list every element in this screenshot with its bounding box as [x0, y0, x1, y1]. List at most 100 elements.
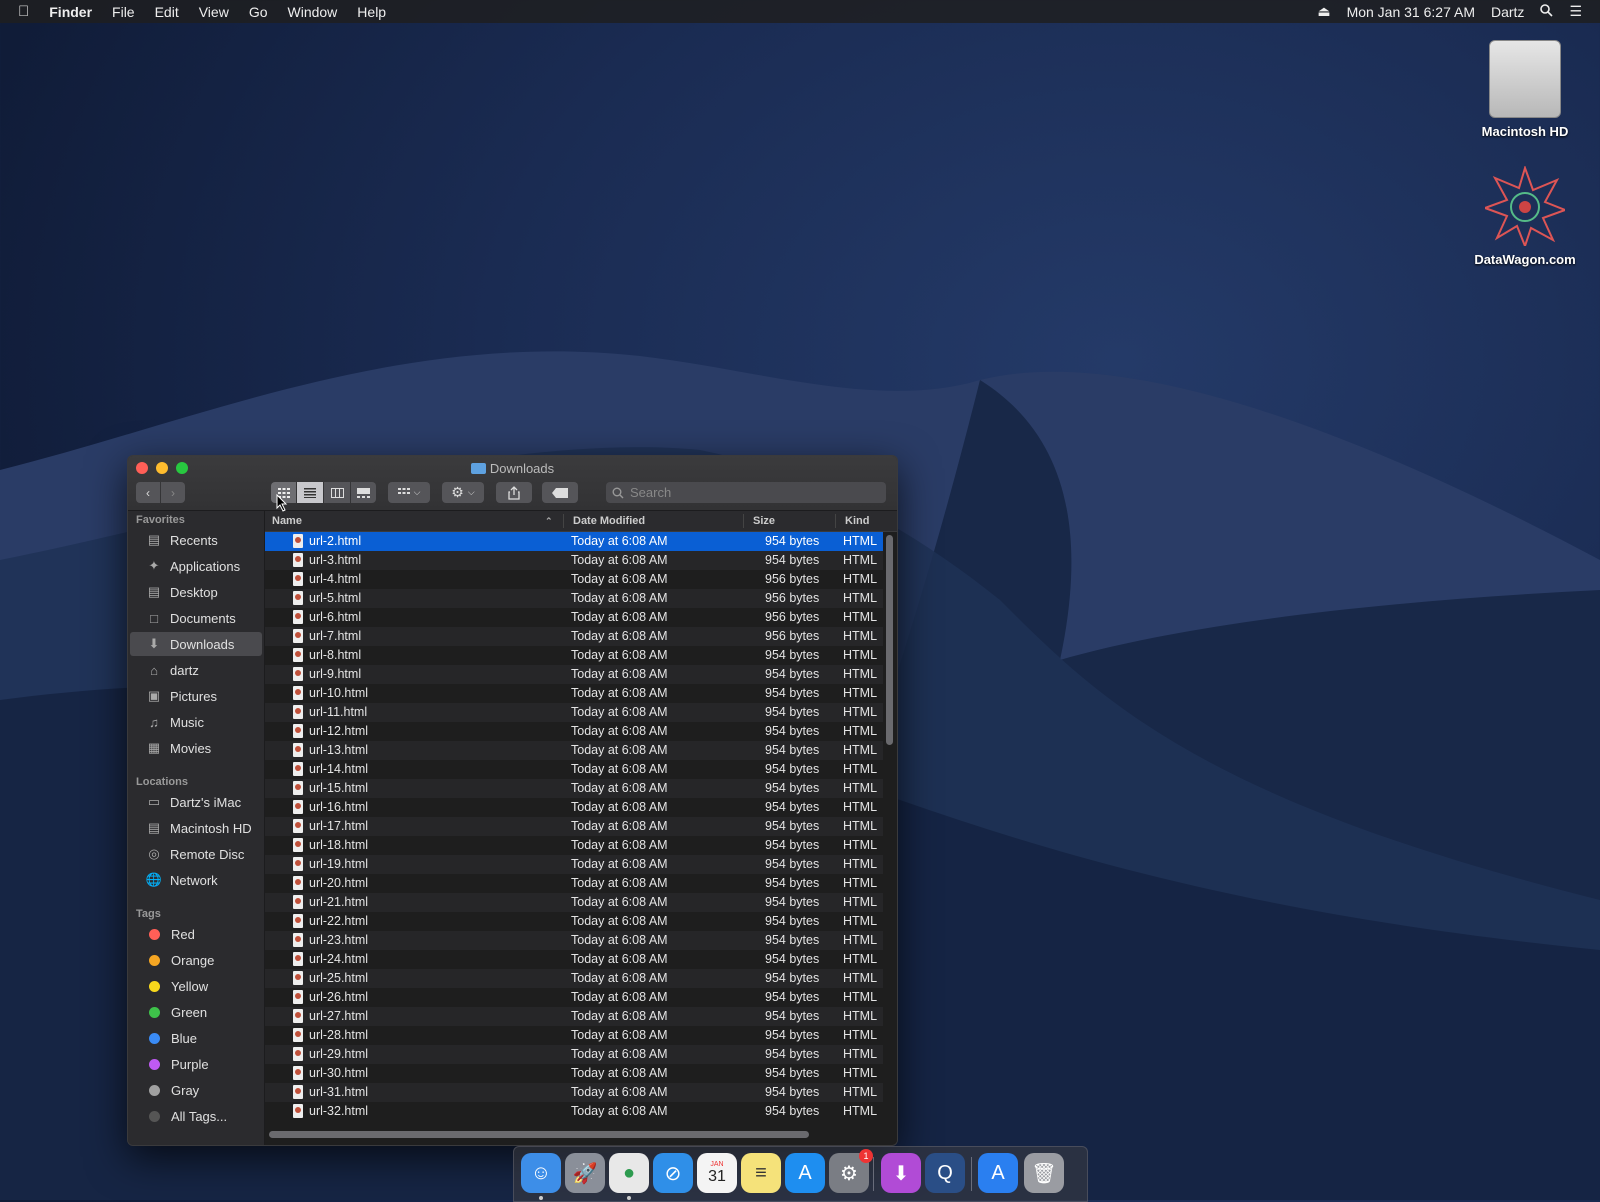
vertical-scrollbar[interactable] [886, 535, 893, 745]
user-menu[interactable]: Dartz [1483, 4, 1532, 20]
app-store-folder-icon[interactable]: A [978, 1153, 1018, 1193]
sidebar-item-home[interactable]: ⌂ dartz [130, 658, 262, 682]
notes-icon[interactable]: ≡ [741, 1153, 781, 1193]
sidebar-tag-green[interactable]: Green [130, 1000, 262, 1024]
file-row[interactable]: url-31.html Today at 6:08 AM 954 bytes HTML [265, 1083, 883, 1102]
sidebar-item-music[interactable]: ♫ Music [130, 710, 262, 734]
column-kind-header[interactable]: Kind [845, 515, 869, 527]
sidebar-tag-gray[interactable]: Gray [130, 1078, 262, 1102]
file-row[interactable]: url-2.html Today at 6:08 AM 954 bytes HTML [265, 532, 883, 551]
file-row[interactable]: url-21.html Today at 6:08 AM 954 bytes HTML [265, 893, 883, 912]
horizontal-scrollbar[interactable] [269, 1131, 809, 1138]
file-row[interactable]: url-10.html Today at 6:08 AM 954 bytes HTML [265, 684, 883, 703]
desktop-icon-datawagon[interactable]: DataWagon.com [1465, 164, 1585, 267]
notification-center-icon[interactable]: ☰ [1561, 3, 1590, 20]
file-row[interactable]: url-30.html Today at 6:08 AM 954 bytes HTML [265, 1064, 883, 1083]
file-row[interactable]: url-12.html Today at 6:08 AM 954 bytes HTML [265, 722, 883, 741]
calendar-icon[interactable]: JAN 31 [697, 1153, 737, 1193]
eject-icon[interactable]: ⏏ [1309, 3, 1338, 20]
action-menu-button[interactable]: ⚙ ⌵ [442, 482, 484, 503]
file-row[interactable]: url-15.html Today at 6:08 AM 954 bytes HTML [265, 779, 883, 798]
menu-file[interactable]: File [102, 4, 145, 20]
spotlight-search-icon[interactable] [1532, 3, 1561, 20]
column-name-header[interactable]: Name [272, 515, 302, 527]
menu-view[interactable]: View [189, 4, 239, 20]
file-row[interactable]: url-26.html Today at 6:08 AM 954 bytes HTML [265, 988, 883, 1007]
sidebar-item-imac[interactable]: ▭ Dartz's iMac [130, 790, 262, 814]
trash-icon[interactable]: 🗑 [1024, 1153, 1064, 1193]
system-preferences-icon[interactable]: ⚙ 1 [829, 1149, 873, 1193]
sidebar-item-remote-disc[interactable]: ◎ Remote Disc [130, 842, 262, 866]
sidebar-item-recents[interactable]: ▤ Recents [130, 528, 262, 552]
file-row[interactable]: url-7.html Today at 6:08 AM 956 bytes HTML [265, 627, 883, 646]
file-row[interactable]: url-16.html Today at 6:08 AM 954 bytes HTML [265, 798, 883, 817]
menu-go[interactable]: Go [239, 4, 278, 20]
file-row[interactable]: url-19.html Today at 6:08 AM 954 bytes HTML [265, 855, 883, 874]
menu-edit[interactable]: Edit [145, 4, 189, 20]
file-row[interactable]: url-20.html Today at 6:08 AM 954 bytes HTML [265, 874, 883, 893]
sidebar-all-tags[interactable]: All Tags... [130, 1104, 262, 1128]
back-button[interactable]: ‹ [136, 482, 160, 503]
menu-app-name[interactable]: Finder [39, 4, 102, 20]
sidebar-item-applications[interactable]: ✦ Applications [130, 554, 262, 578]
menu-window[interactable]: Window [278, 4, 348, 20]
apple-menu-icon[interactable]:  [0, 3, 39, 20]
file-row[interactable]: url-28.html Today at 6:08 AM 954 bytes HTML [265, 1026, 883, 1045]
quicktime-icon[interactable]: Q [925, 1153, 965, 1193]
sidebar-item-macintosh-hd[interactable]: ▤ Macintosh HD [130, 816, 262, 840]
sidebar-tag-orange[interactable]: Orange [130, 948, 262, 972]
tags-button[interactable] [542, 482, 578, 503]
dock-separator [971, 1157, 972, 1191]
view-list-button[interactable] [297, 482, 323, 503]
file-row[interactable]: url-17.html Today at 6:08 AM 954 bytes HTML [265, 817, 883, 836]
file-row[interactable]: url-13.html Today at 6:08 AM 954 bytes HTML [265, 741, 883, 760]
sidebar-item-pictures[interactable]: ▣ Pictures [130, 684, 262, 708]
sidebar-tag-yellow[interactable]: Yellow [130, 974, 262, 998]
file-row[interactable]: url-23.html Today at 6:08 AM 954 bytes HTML [265, 931, 883, 950]
launchpad-icon[interactable]: 🚀 [565, 1153, 605, 1193]
safari-icon[interactable]: ⊘ [653, 1153, 693, 1193]
view-columns-button[interactable] [324, 482, 350, 503]
file-row[interactable]: url-22.html Today at 6:08 AM 954 bytes HTML [265, 912, 883, 931]
search-field[interactable] [606, 482, 886, 503]
file-row[interactable]: url-6.html Today at 6:08 AM 956 bytes HTML [265, 608, 883, 627]
file-row[interactable]: url-11.html Today at 6:08 AM 954 bytes HTML [265, 703, 883, 722]
desktop-icon-macintosh-hd[interactable]: Macintosh HD [1465, 40, 1585, 139]
sidebar-item-downloads[interactable]: ⬇ Downloads [130, 632, 262, 656]
sidebar-tag-blue[interactable]: Blue [130, 1026, 262, 1050]
search-input[interactable] [628, 484, 872, 501]
chrome-icon[interactable]: ● [609, 1153, 649, 1193]
forward-button[interactable]: › [161, 482, 185, 503]
clock[interactable]: Mon Jan 31 6:27 AM [1339, 4, 1483, 20]
file-row[interactable]: url-8.html Today at 6:08 AM 954 bytes HTML [265, 646, 883, 665]
file-row[interactable]: url-18.html Today at 6:08 AM 954 bytes HTML [265, 836, 883, 855]
sidebar-item-documents[interactable]: □ Documents [130, 606, 262, 630]
menu-help[interactable]: Help [347, 4, 396, 20]
file-row[interactable]: url-5.html Today at 6:08 AM 956 bytes HTML [265, 589, 883, 608]
view-gallery-button[interactable] [351, 482, 376, 503]
file-row[interactable]: url-24.html Today at 6:08 AM 954 bytes HTML [265, 950, 883, 969]
app-store-icon[interactable]: A [785, 1153, 825, 1193]
file-name: url-11.html [309, 705, 368, 719]
column-date-header[interactable]: Date Modified [573, 515, 645, 527]
sidebar-item-network[interactable]: 🌐 Network [130, 868, 262, 892]
finder-icon[interactable]: ☺ [521, 1153, 561, 1193]
sidebar-tag-purple[interactable]: Purple [130, 1052, 262, 1076]
file-row[interactable]: url-25.html Today at 6:08 AM 954 bytes HTML [265, 969, 883, 988]
file-row[interactable]: url-14.html Today at 6:08 AM 954 bytes HTML [265, 760, 883, 779]
file-row[interactable]: url-29.html Today at 6:08 AM 954 bytes HTML [265, 1045, 883, 1064]
file-row[interactable]: url-3.html Today at 6:08 AM 954 bytes HTML [265, 551, 883, 570]
column-size-header[interactable]: Size [753, 515, 775, 527]
sidebar-item-movies[interactable]: ▦ Movies [130, 736, 262, 760]
file-size: 954 bytes [765, 1047, 820, 1061]
file-row[interactable]: url-9.html Today at 6:08 AM 954 bytes HTML [265, 665, 883, 684]
html-file-icon [293, 781, 303, 795]
installer-icon[interactable]: ⬇ [881, 1153, 921, 1193]
file-row[interactable]: url-32.html Today at 6:08 AM 954 bytes HTML [265, 1102, 883, 1121]
group-by-button[interactable]: ⌵ [388, 482, 430, 503]
sidebar-tag-red[interactable]: Red [130, 922, 262, 946]
share-button[interactable] [496, 482, 532, 503]
file-row[interactable]: url-4.html Today at 6:08 AM 956 bytes HTML [265, 570, 883, 589]
file-row[interactable]: url-27.html Today at 6:08 AM 954 bytes HTML [265, 1007, 883, 1026]
sidebar-item-desktop[interactable]: ▤ Desktop [130, 580, 262, 604]
